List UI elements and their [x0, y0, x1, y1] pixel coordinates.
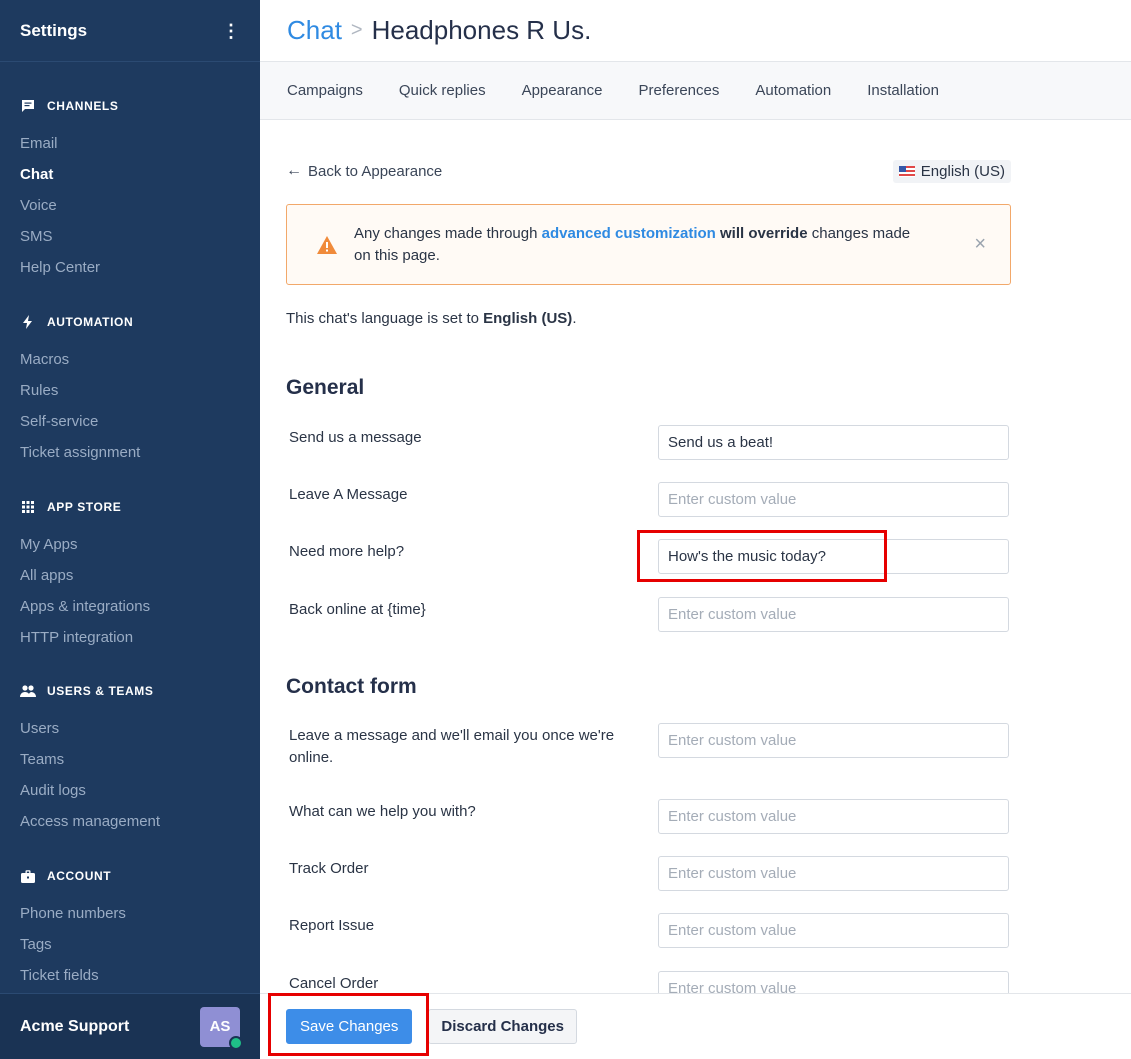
- section-title-general: General: [286, 376, 365, 399]
- online-status-dot: [229, 1035, 243, 1050]
- sidebar-item-self-service[interactable]: Self-service: [0, 406, 260, 437]
- sidebar-item-macros[interactable]: Macros: [0, 344, 260, 375]
- sidebar-item-ticket-assignment[interactable]: Ticket assignment: [0, 437, 260, 468]
- page-title: Headphones R Us.: [371, 15, 592, 45]
- sidebar-item-access-management[interactable]: Access management: [0, 806, 260, 837]
- warning-alert: Any changes made through advanced custom…: [286, 204, 1011, 285]
- sidebar-item-ticket-fields[interactable]: Ticket fields: [0, 960, 260, 991]
- sidebar-item-tags[interactable]: Tags: [0, 929, 260, 960]
- sidebar-item-audit-logs[interactable]: Audit logs: [0, 775, 260, 806]
- avatar[interactable]: AS: [200, 1006, 243, 1050]
- main-panel: Chat > Headphones R Us. Campaigns Quick …: [260, 0, 1131, 1059]
- back-link-label: Back to Appearance: [308, 162, 443, 180]
- discard-changes-button[interactable]: Discard Changes: [428, 1009, 577, 1044]
- sidebar-section-title: AUTOMATION: [47, 315, 134, 329]
- field-label: Leave A Message: [289, 486, 408, 503]
- sidebar-item-voice[interactable]: Voice: [0, 190, 260, 221]
- send-us-a-message-input[interactable]: [658, 425, 1009, 460]
- sidebar-item-phone-numbers[interactable]: Phone numbers: [0, 898, 260, 929]
- sidebar-item-all-apps[interactable]: All apps: [0, 560, 260, 591]
- users-icon: [20, 683, 36, 699]
- sidebar-section-title: CHANNELS: [47, 99, 119, 113]
- sidebar: Settings ⋮ CHANNELS Email Chat Voice SMS…: [0, 0, 260, 1059]
- sidebar-item-email[interactable]: Email: [0, 128, 260, 159]
- tab-bar: Campaigns Quick replies Appearance Prefe…: [260, 62, 1131, 120]
- field-label: Need more help?: [289, 543, 405, 560]
- sidebar-section-title: USERS & TEAMS: [47, 684, 154, 698]
- language-statement: This chat's language is set to English (…: [286, 310, 577, 327]
- leave-a-message-input[interactable]: [658, 482, 1009, 517]
- lightning-bolt-icon: [20, 314, 36, 330]
- breadcrumb-separator: >: [350, 19, 363, 41]
- tab-campaigns[interactable]: Campaigns: [287, 82, 363, 99]
- breadcrumb: Chat > Headphones R Us.: [260, 0, 1131, 62]
- field-label: Send us a message: [289, 429, 422, 446]
- sidebar-item-rules[interactable]: Rules: [0, 375, 260, 406]
- arrow-left-icon: ←: [286, 162, 302, 179]
- sidebar-section-automation: AUTOMATION Macros Rules Self-service Tic…: [0, 312, 260, 468]
- tab-preferences[interactable]: Preferences: [638, 82, 719, 99]
- sidebar-section-users-teams: USERS & TEAMS Users Teams Audit logs Acc…: [0, 681, 260, 837]
- sidebar-item-sms[interactable]: SMS: [0, 221, 260, 252]
- avatar-initials: AS: [209, 1018, 231, 1035]
- sidebar-footer[interactable]: Acme Support AS: [0, 993, 260, 1059]
- field-label: Report Issue: [289, 917, 375, 934]
- field-label: What can we help you with?: [289, 803, 476, 820]
- sidebar-section-app-store: APP STORE My Apps All apps Apps & integr…: [0, 497, 260, 653]
- tab-installation[interactable]: Installation: [867, 82, 939, 99]
- field-label: Leave a message and we'll email you once…: [289, 727, 615, 766]
- save-changes-button[interactable]: Save Changes: [286, 1009, 413, 1044]
- warning-triangle-icon: [317, 235, 337, 254]
- action-bar: Save Changes Discard Changes: [260, 993, 1131, 1059]
- what-can-we-help-input[interactable]: [658, 799, 1009, 834]
- sidebar-section-account: ACCOUNT Phone numbers Tags Ticket fields: [0, 866, 260, 991]
- advanced-customization-link[interactable]: advanced customization: [542, 225, 716, 242]
- sidebar-item-teams[interactable]: Teams: [0, 744, 260, 775]
- tab-automation[interactable]: Automation: [755, 82, 831, 99]
- tab-appearance[interactable]: Appearance: [522, 82, 603, 99]
- need-more-help-input[interactable]: [658, 539, 1009, 574]
- field-label: Cancel Order: [289, 975, 379, 992]
- sidebar-section-channels: CHANNELS Email Chat Voice SMS Help Cente…: [0, 96, 260, 283]
- us-flag-icon: [898, 165, 915, 177]
- field-label: Track Order: [289, 860, 369, 877]
- sidebar-item-my-apps[interactable]: My Apps: [0, 529, 260, 560]
- kebab-menu-icon[interactable]: ⋮: [222, 22, 240, 40]
- track-order-input[interactable]: [658, 856, 1009, 891]
- sidebar-section-title: ACCOUNT: [47, 869, 112, 883]
- sidebar-item-http-integration[interactable]: HTTP integration: [0, 622, 260, 653]
- alert-message: Any changes made through advanced custom…: [354, 224, 911, 264]
- section-title-contact-form: Contact form: [286, 675, 417, 698]
- grid-icon: [20, 499, 36, 515]
- leave-message-email-input[interactable]: [658, 723, 1009, 758]
- chat-bubble-icon: [20, 98, 36, 114]
- sidebar-item-users[interactable]: Users: [0, 713, 260, 744]
- sidebar-title: Settings: [20, 20, 88, 40]
- account-name: Acme Support: [20, 1017, 130, 1035]
- back-to-appearance-link[interactable]: ← Back to Appearance: [286, 162, 442, 180]
- language-badge-label: English (US): [920, 162, 1005, 180]
- close-icon[interactable]: ×: [974, 233, 986, 256]
- report-issue-input[interactable]: [658, 913, 1009, 948]
- breadcrumb-link-chat[interactable]: Chat: [287, 15, 342, 46]
- field-label: Back online at {time}: [289, 601, 426, 618]
- sidebar-header: Settings ⋮: [0, 0, 260, 62]
- sidebar-item-chat[interactable]: Chat: [0, 159, 260, 190]
- language-badge[interactable]: English (US): [892, 159, 1011, 183]
- sidebar-item-help-center[interactable]: Help Center: [0, 252, 260, 283]
- tab-quick-replies[interactable]: Quick replies: [399, 82, 486, 99]
- sidebar-section-title: APP STORE: [47, 500, 122, 514]
- briefcase-icon: [20, 868, 36, 884]
- back-online-input[interactable]: [658, 597, 1009, 632]
- sidebar-item-apps-integrations[interactable]: Apps & integrations: [0, 591, 260, 622]
